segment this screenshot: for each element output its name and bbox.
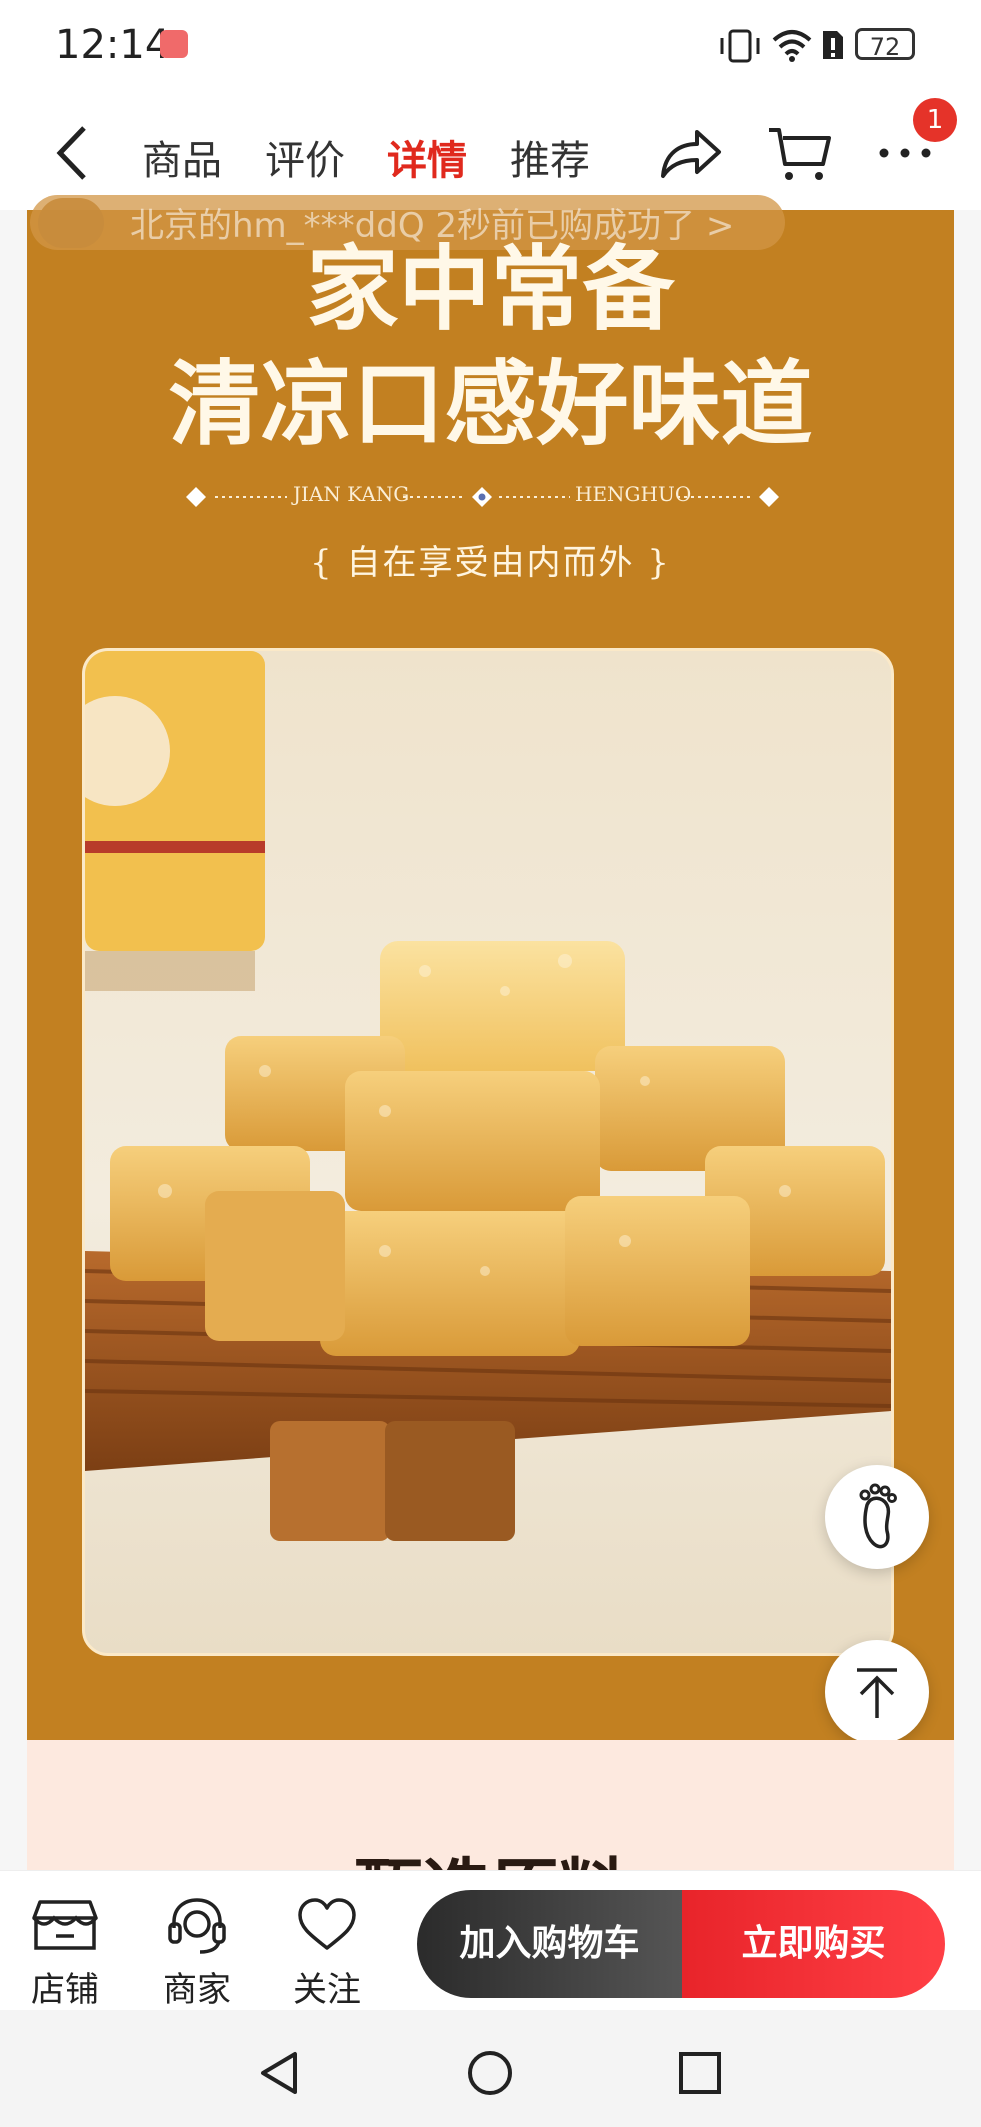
arrow-up-icon — [857, 1668, 897, 1718]
poster-headline-2: 清凉口感好味道 — [168, 350, 813, 458]
tab-goods[interactable]: 商品 — [142, 128, 222, 186]
add-to-cart-button[interactable]: 加入购物车 — [417, 1890, 682, 1998]
back-to-top-button[interactable] — [825, 1640, 929, 1744]
deco-text-left: JIAN KANG — [293, 482, 410, 506]
poster-headline-1: 家中常备 — [306, 235, 675, 343]
tab-recommend[interactable]: 推荐 — [510, 128, 590, 186]
tab-reviews[interactable]: 评价 — [265, 128, 345, 186]
headset-icon — [168, 1898, 226, 1954]
back-icon[interactable] — [48, 118, 98, 188]
tab-details[interactable]: 详情 — [387, 128, 467, 186]
poster-subtitle: { 自在享受由内而外 } — [310, 543, 671, 583]
sim-alert-icon — [823, 31, 843, 59]
footprint-button[interactable] — [825, 1465, 929, 1569]
footprint-icon — [859, 1483, 897, 1549]
next-section-title: 甄选原料 — [0, 1835, 981, 1870]
system-home-icon[interactable] — [465, 2048, 515, 2098]
share-icon[interactable] — [655, 118, 725, 188]
wifi-icon — [772, 30, 812, 62]
shop-icon — [32, 1900, 98, 1950]
battery-indicator: 72 — [855, 28, 915, 61]
buy-now-button[interactable]: 立即购买 — [682, 1890, 945, 1998]
product-photo — [82, 648, 894, 1656]
follow-label: 关注 — [293, 1970, 361, 2010]
decorative-divider — [186, 487, 779, 507]
status-time: 12:14 — [55, 22, 171, 68]
more-badge: 1 — [913, 98, 957, 142]
deco-text-right: HENGHUO — [575, 482, 692, 506]
heart-icon — [298, 1898, 356, 1950]
notification-app-icon — [160, 30, 188, 58]
merchant-label: 商家 — [163, 1970, 231, 2010]
shop-label: 店铺 — [31, 1970, 99, 2010]
vibrate-icon — [720, 29, 760, 63]
system-back-icon[interactable] — [255, 2048, 305, 2098]
ginger-candy-illustration — [85, 651, 891, 1541]
cart-icon[interactable] — [765, 118, 835, 188]
system-recents-icon[interactable] — [675, 2048, 725, 2098]
